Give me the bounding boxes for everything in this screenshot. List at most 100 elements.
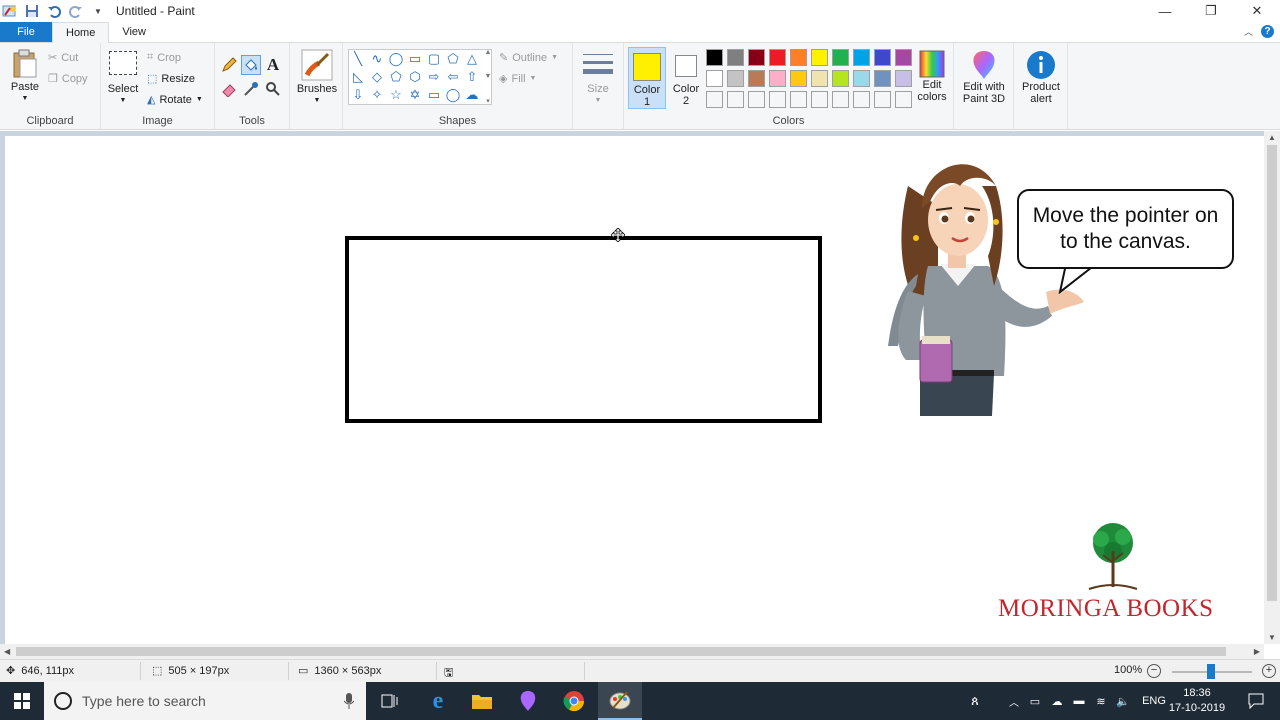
paint-app-icon[interactable] [2, 3, 18, 19]
palette-swatch[interactable] [895, 91, 912, 108]
undo-icon[interactable] [46, 3, 62, 19]
fill-button[interactable]: ◈ Fill ▼ [499, 72, 536, 86]
color1-selector[interactable]: Color 1 [628, 47, 666, 109]
down-arrow-shape-icon[interactable]: ⇩ [349, 86, 367, 104]
cloud-icon[interactable]: ☁ [1046, 695, 1068, 708]
rotate-button[interactable]: ◭ Rotate ▼ [147, 93, 203, 107]
polygon-shape-icon[interactable]: ⬠ [444, 50, 462, 68]
action-center-button[interactable] [1234, 682, 1278, 720]
task-view-button[interactable] [368, 682, 412, 720]
palette-swatch[interactable] [748, 70, 765, 87]
pencil-icon[interactable] [219, 55, 239, 75]
save-icon[interactable] [24, 3, 40, 19]
palette-swatch[interactable] [727, 70, 744, 87]
battery-icon[interactable]: ▬ [1068, 695, 1090, 707]
palette-swatch[interactable] [832, 49, 849, 66]
language-indicator[interactable]: ENG [1138, 695, 1170, 707]
palette-swatch[interactable] [769, 91, 786, 108]
resize-button[interactable]: ⬚ Resize [147, 72, 195, 86]
palette-swatch[interactable] [811, 49, 828, 66]
diamond-shape-icon[interactable]: ◇ [368, 68, 386, 86]
taskbar-edge[interactable]: e [416, 682, 460, 720]
tablet-icon[interactable]: ▭ [1024, 695, 1046, 708]
minimize-button[interactable]: — [1142, 0, 1188, 22]
up-arrow-shape-icon[interactable]: ⇧ [463, 68, 481, 86]
palette-swatch[interactable] [706, 70, 723, 87]
size-button[interactable]: Size ▼ [579, 51, 617, 107]
taskbar-paint3d[interactable] [506, 682, 550, 720]
right-triangle-shape-icon[interactable]: ◺ [349, 68, 367, 86]
palette-swatch[interactable] [853, 70, 870, 87]
gallery-expand-icon[interactable]: ▾ [486, 97, 490, 105]
customize-toolbar-icon[interactable]: ▼ [90, 3, 106, 19]
edit-with-paint3d-button[interactable]: Edit with Paint 3D [958, 49, 1010, 105]
zoom-out-button[interactable]: − [1147, 664, 1161, 678]
palette-swatch[interactable] [790, 91, 807, 108]
vertical-scrollbar[interactable]: ▲ ▼ [1264, 131, 1280, 644]
paste-button[interactable]: Paste ▼ [8, 49, 42, 105]
start-button[interactable] [0, 682, 44, 720]
line-shape-icon[interactable]: ╲ [349, 50, 367, 68]
drawn-rectangle[interactable] [345, 236, 822, 423]
chevron-right-icon[interactable]: ▶ [1254, 647, 1260, 656]
chevron-down-icon[interactable]: ▼ [485, 73, 492, 80]
microphone-icon[interactable] [344, 693, 354, 709]
zoom-in-button[interactable]: + [1262, 664, 1276, 678]
triangle-shape-icon[interactable]: △ [463, 50, 481, 68]
palette-swatch[interactable] [853, 49, 870, 66]
select-button[interactable]: Select ▼ [107, 51, 139, 107]
maximize-button[interactable]: ❐ [1188, 0, 1234, 22]
people-icon[interactable]: ጰ [964, 693, 986, 709]
taskbar-chrome[interactable] [552, 682, 596, 720]
rectangle-shape-icon[interactable]: ▭ [406, 50, 424, 68]
left-arrow-shape-icon[interactable]: ⇦ [444, 68, 462, 86]
brushes-button[interactable]: Brushes ▼ [295, 49, 339, 107]
eraser-icon[interactable] [219, 79, 239, 99]
cloud-callout-shape-icon[interactable]: ☁ [463, 86, 481, 104]
palette-swatch[interactable] [790, 49, 807, 66]
color2-selector[interactable]: Color 2 [667, 47, 705, 109]
cut-button[interactable]: ✂ Cut [48, 51, 78, 65]
collapse-ribbon-icon[interactable]: ︿ [1244, 25, 1253, 38]
palette-swatch[interactable] [874, 91, 891, 108]
wifi-icon[interactable]: ≋ [1090, 695, 1112, 708]
magnifier-icon[interactable] [263, 79, 283, 99]
product-alert-button[interactable]: Product alert [1018, 49, 1064, 105]
chevron-up-icon[interactable]: ︿ [1004, 694, 1024, 709]
taskbar-paint[interactable] [598, 682, 642, 720]
horizontal-scroll-thumb[interactable] [16, 647, 1226, 656]
palette-swatch[interactable] [853, 91, 870, 108]
hexagon-shape-icon[interactable]: ⬡ [406, 68, 424, 86]
text-icon[interactable]: A [263, 55, 283, 75]
palette-swatch[interactable] [811, 70, 828, 87]
outline-button[interactable]: ✎ Outline ▼ [499, 51, 558, 65]
fill-bucket-icon[interactable] [241, 55, 261, 75]
tab-view[interactable]: View [109, 22, 159, 42]
five-point-star-shape-icon[interactable]: ☆ [387, 86, 405, 104]
palette-swatch[interactable] [895, 70, 912, 87]
shapes-gallery-scroll[interactable]: ▲ ▼ ▾ [483, 49, 493, 105]
palette-swatch[interactable] [748, 49, 765, 66]
color-picker-icon[interactable] [241, 79, 261, 99]
horizontal-scrollbar[interactable]: ◀ ▶ [0, 644, 1264, 659]
right-arrow-shape-icon[interactable]: ⇨ [425, 68, 443, 86]
palette-swatch[interactable] [832, 91, 849, 108]
palette-swatch[interactable] [706, 91, 723, 108]
palette-swatch[interactable] [895, 49, 912, 66]
zoom-slider-thumb[interactable] [1207, 664, 1215, 679]
chevron-up-icon[interactable]: ▲ [485, 49, 492, 56]
edit-colors-button[interactable]: Edit colors [913, 49, 951, 103]
tab-file[interactable]: File [0, 22, 52, 42]
chevron-down-icon[interactable]: ▼ [1268, 633, 1276, 642]
four-point-star-shape-icon[interactable]: ✧ [368, 86, 386, 104]
palette-swatch[interactable] [706, 49, 723, 66]
redo-icon[interactable] [68, 3, 84, 19]
help-icon[interactable]: ? [1261, 25, 1274, 38]
rounded-rectangle-shape-icon[interactable]: ▢ [425, 50, 443, 68]
pentagon-shape-icon[interactable]: ⬠ [387, 68, 405, 86]
palette-swatch[interactable] [727, 91, 744, 108]
palette-swatch[interactable] [874, 49, 891, 66]
palette-swatch[interactable] [790, 70, 807, 87]
chevron-up-icon[interactable]: ▲ [1268, 133, 1276, 142]
chevron-left-icon[interactable]: ◀ [4, 647, 10, 656]
